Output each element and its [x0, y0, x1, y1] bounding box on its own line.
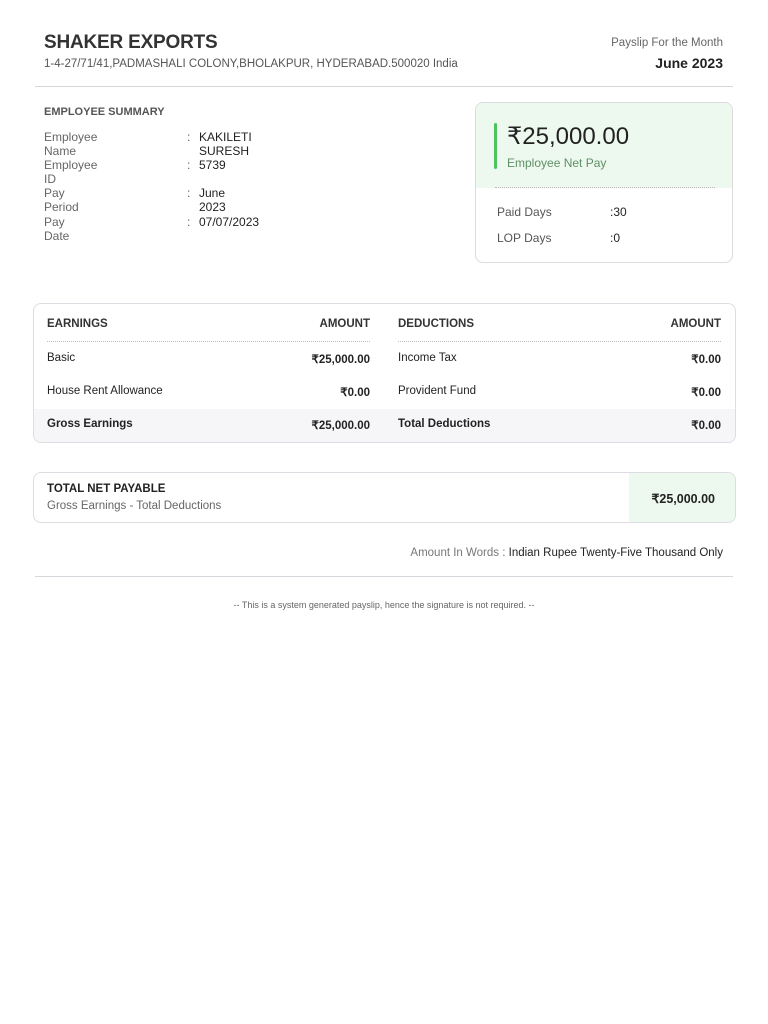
amount-in-words-value: Indian Rupee Twenty-Five Thousand Only	[508, 547, 723, 559]
paid-days-row: Paid Days :30	[497, 205, 627, 219]
accent-bar	[494, 123, 497, 169]
net-pay-amount: ₹25,000.00	[507, 123, 630, 150]
summary-value: KAKILETI SURESH	[199, 130, 252, 158]
net-pay-card: ₹25,000.00 Employee Net Pay Paid Days :3…	[475, 102, 733, 263]
earning-amount: ₹25,000.00	[311, 354, 370, 366]
net-pay-label: Employee Net Pay	[507, 156, 607, 170]
earnings-deductions-table: EARNINGS AMOUNT Basic ₹25,000.00 House R…	[33, 303, 736, 443]
footer-note: -- This is a system generated payslip, h…	[233, 600, 535, 610]
dotted-divider	[495, 187, 715, 188]
total-deductions-amount: ₹0.00	[691, 420, 721, 432]
deductions-column: DEDUCTIONS AMOUNT Income Tax ₹0.00 Provi…	[398, 304, 721, 442]
payslip-month: June 2023	[655, 55, 723, 71]
summary-separator: :	[187, 130, 191, 144]
lop-days-value: :0	[610, 231, 621, 245]
summary-separator: :	[187, 158, 191, 172]
summary-value: 5739	[199, 158, 226, 172]
summary-label: Pay Date	[44, 215, 70, 243]
lop-days-row: LOP Days :0	[497, 231, 620, 245]
amount-in-words-label: Amount In Words :	[410, 547, 509, 559]
earning-label: House Rent Allowance	[47, 385, 163, 397]
earnings-header: EARNINGS	[47, 318, 108, 330]
gross-earnings-label: Gross Earnings	[47, 418, 133, 430]
earnings-amount-header: AMOUNT	[319, 318, 370, 330]
summary-label: Employee Name	[44, 130, 98, 158]
summary-separator: :	[187, 215, 191, 229]
summary-label: Pay Period	[44, 186, 79, 214]
dotted-divider	[47, 341, 370, 342]
amount-in-words: Amount In Words : Indian Rupee Twenty-Fi…	[410, 547, 723, 559]
deductions-header: DEDUCTIONS	[398, 318, 475, 330]
summary-value: 07/07/2023	[199, 215, 260, 229]
employee-summary-title: EMPLOYEE SUMMARY	[44, 106, 165, 118]
total-deductions-label: Total Deductions	[398, 418, 491, 430]
summary-label: Employee ID	[44, 158, 98, 186]
paid-days-label: Paid Days	[497, 205, 552, 219]
deduction-label: Provident Fund	[398, 385, 476, 397]
deduction-label: Income Tax	[398, 352, 457, 364]
company-address: 1-4-27/71/41,PADMASHALI COLONY,BHOLAKPUR…	[44, 58, 458, 70]
summary-separator: :	[187, 186, 191, 200]
net-payable-subtitle: Gross Earnings - Total Deductions	[47, 500, 222, 512]
summary-value: June 2023	[199, 186, 226, 214]
paid-days-value: :30	[610, 205, 627, 219]
company-name: SHAKER EXPORTS	[44, 32, 218, 53]
earning-label: Basic	[47, 352, 76, 364]
dotted-divider	[398, 341, 721, 342]
total-net-payable: TOTAL NET PAYABLE Gross Earnings - Total…	[33, 472, 736, 523]
net-payable-title: TOTAL NET PAYABLE	[47, 483, 166, 495]
earning-amount: ₹0.00	[340, 387, 370, 399]
lop-days-label: LOP Days	[497, 231, 552, 245]
deduction-amount: ₹0.00	[691, 387, 721, 399]
deduction-amount: ₹0.00	[691, 354, 721, 366]
earnings-column: EARNINGS AMOUNT Basic ₹25,000.00 House R…	[47, 304, 370, 442]
gross-earnings-amount: ₹25,000.00	[311, 420, 370, 432]
net-payable-amount: ₹25,000.00	[651, 492, 715, 506]
payslip-month-label: Payslip For the Month	[611, 37, 723, 49]
footer-divider	[35, 576, 733, 577]
deductions-amount-header: AMOUNT	[670, 318, 721, 330]
header-divider	[35, 86, 733, 87]
